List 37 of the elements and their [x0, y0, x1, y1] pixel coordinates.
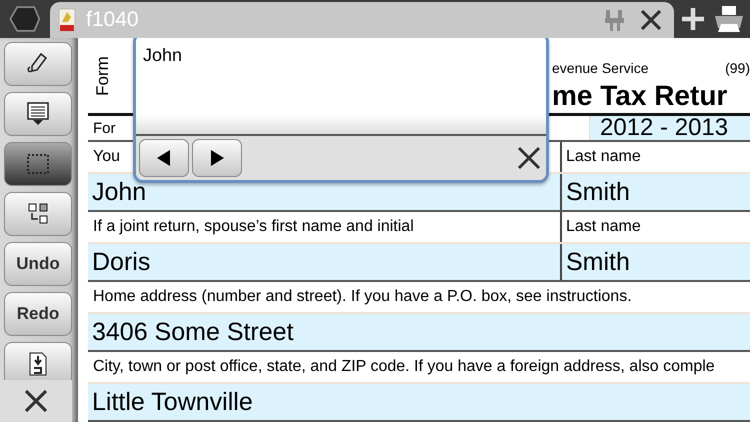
field-label: If a joint return, spouse’s first name and initial [92, 217, 414, 237]
form-field[interactable]: Little Townville [88, 384, 750, 420]
list-dropdown-icon [25, 101, 51, 127]
close-icon [23, 388, 49, 414]
printer-icon[interactable] [712, 4, 746, 34]
previous-button[interactable] [139, 139, 189, 177]
next-button[interactable] [192, 139, 242, 177]
tax-year-field[interactable]: 2012 - 2013 [589, 116, 750, 140]
field-label: Last name [560, 142, 750, 172]
form-code: (99) [725, 60, 750, 76]
form-field[interactable]: 3406 Some Street [88, 314, 750, 350]
add-icon[interactable] [680, 6, 706, 32]
field-label: Last name [560, 212, 750, 242]
selection-icon [25, 151, 51, 177]
field-label: Home address (number and street). If you have a P.O. box, see instructions. [92, 287, 632, 307]
page-down-button[interactable] [4, 342, 72, 380]
form-field[interactable]: Smith [560, 244, 750, 280]
field-label: You [92, 147, 120, 167]
pdf-file-icon [58, 8, 76, 32]
text-input-field[interactable]: John [136, 38, 546, 134]
pen-button[interactable] [4, 42, 72, 86]
hexagon-icon [7, 4, 41, 34]
form-title: me Tax Retur [552, 80, 728, 112]
year-label: For [92, 120, 116, 136]
swap-fields-button[interactable] [4, 192, 72, 236]
field-label: City, town or post office, state, and ZIP code. If you have a foreign address, also comple [92, 357, 715, 377]
close-icon[interactable] [638, 7, 664, 33]
list-dropdown-button[interactable] [4, 92, 72, 136]
form-label: Form [93, 56, 113, 96]
close-icon[interactable] [516, 145, 542, 171]
close-button[interactable] [0, 380, 72, 422]
form-field[interactable]: Smith [560, 174, 750, 210]
selection-button[interactable] [4, 142, 72, 186]
form-field[interactable]: Doris [88, 244, 560, 280]
agency-text: evenue Service [552, 60, 649, 76]
tool-button[interactable]: Undo [4, 242, 72, 286]
tool-button[interactable]: Redo [4, 292, 72, 336]
